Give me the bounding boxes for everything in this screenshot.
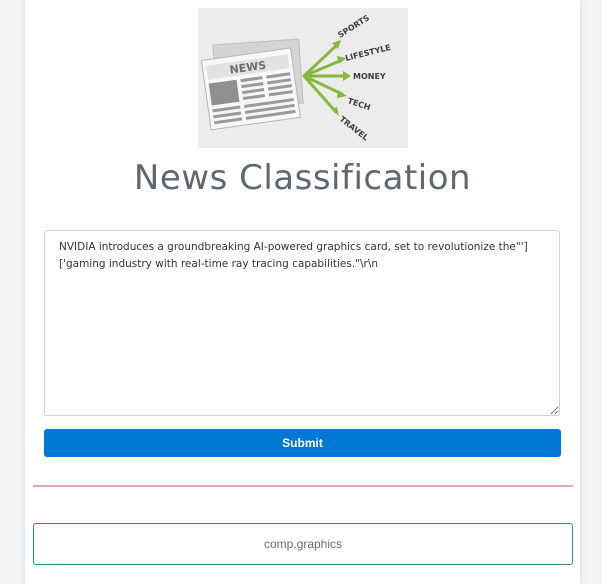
classification-result: comp.graphics: [33, 523, 573, 565]
news-text-input[interactable]: NVIDIA introduces a groundbreaking AI-po…: [44, 230, 560, 416]
main-card: NEWS SPORTS LIFESTYLE MONEY TECH TRAVEL …: [25, 0, 580, 584]
newspaper-icon: NEWS: [200, 47, 301, 131]
classification-arrows: [302, 42, 348, 114]
category-label-tech: TECH: [346, 96, 371, 112]
news-illustration-graphic: NEWS SPORTS LIFESTYLE MONEY TECH TRAVEL: [200, 13, 392, 143]
news-illustration: NEWS SPORTS LIFESTYLE MONEY TECH TRAVEL: [198, 8, 408, 148]
divider: [33, 485, 573, 487]
category-label-travel: TRAVEL: [338, 114, 370, 142]
submit-button[interactable]: Submit: [44, 429, 561, 457]
page-title: News Classification: [133, 158, 472, 198]
category-label-lifestyle: LIFESTYLE: [344, 43, 391, 63]
category-label-sports: SPORTS: [336, 13, 371, 40]
category-label-money: MONEY: [353, 72, 386, 81]
